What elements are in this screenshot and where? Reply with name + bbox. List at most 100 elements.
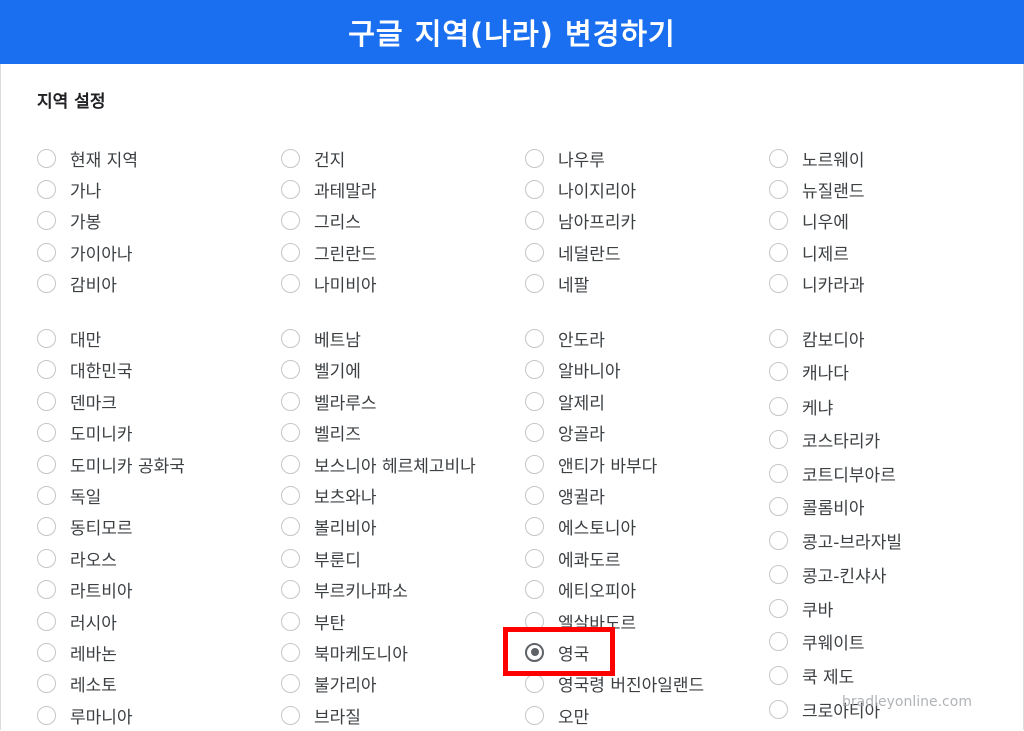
region-option[interactable]: 나이지리아 <box>525 176 636 202</box>
region-option[interactable]: 도미니카 공화국 <box>37 451 185 477</box>
region-option[interactable]: 뉴질랜드 <box>769 176 865 202</box>
region-option[interactable]: 쿠바 <box>769 595 833 621</box>
radio-button[interactable] <box>525 242 544 262</box>
region-option[interactable]: 북마케도니아 <box>281 639 408 665</box>
region-option[interactable]: 나우루 <box>525 145 605 171</box>
region-option[interactable]: 레소토 <box>37 670 117 696</box>
region-option[interactable]: 니우에 <box>769 207 849 233</box>
region-option[interactable]: 벨라루스 <box>281 388 377 414</box>
radio-button[interactable] <box>37 179 56 199</box>
radio-button[interactable] <box>281 328 300 348</box>
region-option[interactable]: 니제르 <box>769 239 849 265</box>
radio-button[interactable] <box>525 210 544 230</box>
radio-button[interactable] <box>525 548 544 568</box>
radio-button[interactable] <box>37 485 56 505</box>
radio-button[interactable] <box>37 454 56 474</box>
region-option[interactable]: 대만 <box>37 325 101 351</box>
radio-button[interactable] <box>281 242 300 262</box>
region-option[interactable]: 러시아 <box>37 608 117 634</box>
region-option[interactable]: 부탄 <box>281 608 345 634</box>
region-option[interactable]: 라오스 <box>37 545 117 571</box>
radio-button[interactable] <box>281 673 300 693</box>
radio-button[interactable] <box>281 273 300 293</box>
region-option[interactable]: 그리스 <box>281 207 361 233</box>
radio-button[interactable] <box>281 516 300 536</box>
region-option[interactable]: 니카라과 <box>769 270 865 296</box>
region-option[interactable]: 나미비아 <box>281 270 377 296</box>
region-option[interactable]: 오만 <box>525 702 589 728</box>
region-option[interactable]: 건지 <box>281 145 345 171</box>
region-option[interactable]: 레바논 <box>37 639 117 665</box>
region-option[interactable]: 브라질 <box>281 702 361 728</box>
region-option[interactable]: 에스토니아 <box>525 513 636 539</box>
region-option[interactable]: 가나 <box>37 176 101 202</box>
radio-button[interactable] <box>769 179 788 199</box>
region-option[interactable]: 앵귈라 <box>525 482 605 508</box>
radio-button[interactable] <box>37 210 56 230</box>
radio-button[interactable] <box>281 485 300 505</box>
radio-button[interactable] <box>525 359 544 379</box>
radio-button[interactable] <box>769 242 788 262</box>
radio-button[interactable] <box>281 611 300 631</box>
region-option[interactable]: 코스타리카 <box>769 426 880 452</box>
radio-button[interactable] <box>37 548 56 568</box>
radio-button[interactable] <box>525 328 544 348</box>
radio-button[interactable] <box>281 179 300 199</box>
region-option[interactable]: 불가리아 <box>281 670 377 696</box>
radio-button[interactable] <box>37 359 56 379</box>
region-option[interactable]: 앤티가 바부다 <box>525 451 657 477</box>
region-option[interactable]: 보스니아 헤르체고비나 <box>281 451 476 477</box>
radio-button[interactable] <box>281 579 300 599</box>
region-option[interactable]: 도미니카 <box>37 419 133 445</box>
radio-button[interactable] <box>37 328 56 348</box>
radio-button[interactable] <box>769 429 788 449</box>
radio-button[interactable] <box>281 454 300 474</box>
region-option[interactable]: 남아프리카 <box>525 207 636 233</box>
region-option[interactable]: 케냐 <box>769 393 833 419</box>
region-option[interactable]: 알바니아 <box>525 356 621 382</box>
region-option[interactable]: 베트남 <box>281 325 361 351</box>
region-option[interactable]: 네팔 <box>525 270 589 296</box>
radio-button[interactable] <box>281 391 300 411</box>
region-option[interactable]: 루마니아 <box>37 702 133 728</box>
region-option[interactable]: 가이아나 <box>37 239 133 265</box>
radio-button[interactable] <box>525 179 544 199</box>
radio-button[interactable] <box>281 359 300 379</box>
region-option[interactable]: 에티오피아 <box>525 576 636 602</box>
radio-button[interactable] <box>525 273 544 293</box>
radio-button[interactable] <box>769 665 788 685</box>
region-option[interactable]: 쿡 제도 <box>769 662 854 688</box>
region-option[interactable]: 동티모르 <box>37 513 133 539</box>
radio-button[interactable] <box>37 673 56 693</box>
radio-button[interactable] <box>281 642 300 662</box>
radio-button[interactable] <box>37 516 56 536</box>
radio-button[interactable] <box>37 242 56 262</box>
region-option[interactable]: 캐나다 <box>769 358 849 384</box>
radio-button[interactable] <box>281 422 300 442</box>
region-option[interactable]: 가봉 <box>37 207 101 233</box>
radio-button[interactable] <box>525 422 544 442</box>
region-option[interactable]: 캄보디아 <box>769 325 865 351</box>
radio-button[interactable] <box>525 391 544 411</box>
radio-button[interactable] <box>525 611 544 631</box>
radio-button[interactable] <box>37 148 56 168</box>
region-option[interactable]: 엘살바도르 <box>525 608 636 634</box>
region-option[interactable]: 안도라 <box>525 325 605 351</box>
region-option[interactable]: 그린란드 <box>281 239 377 265</box>
region-option[interactable]: 벨리즈 <box>281 419 361 445</box>
radio-button-selected[interactable] <box>525 642 544 662</box>
region-option[interactable]: 콩고-브라자빌 <box>769 527 902 553</box>
region-option[interactable]: 쿠웨이트 <box>769 628 865 654</box>
radio-button[interactable] <box>37 273 56 293</box>
region-option[interactable]: 영국 <box>525 639 589 665</box>
radio-button[interactable] <box>525 705 544 725</box>
radio-button[interactable] <box>281 548 300 568</box>
radio-button[interactable] <box>281 705 300 725</box>
region-option[interactable]: 대한민국 <box>37 356 133 382</box>
region-option[interactable]: 콜롬비아 <box>769 493 865 519</box>
radio-button[interactable] <box>281 210 300 230</box>
region-option[interactable]: 에콰도르 <box>525 545 621 571</box>
region-option[interactable]: 부르키나파소 <box>281 576 408 602</box>
region-option[interactable]: 과테말라 <box>281 176 377 202</box>
radio-button[interactable] <box>769 148 788 168</box>
